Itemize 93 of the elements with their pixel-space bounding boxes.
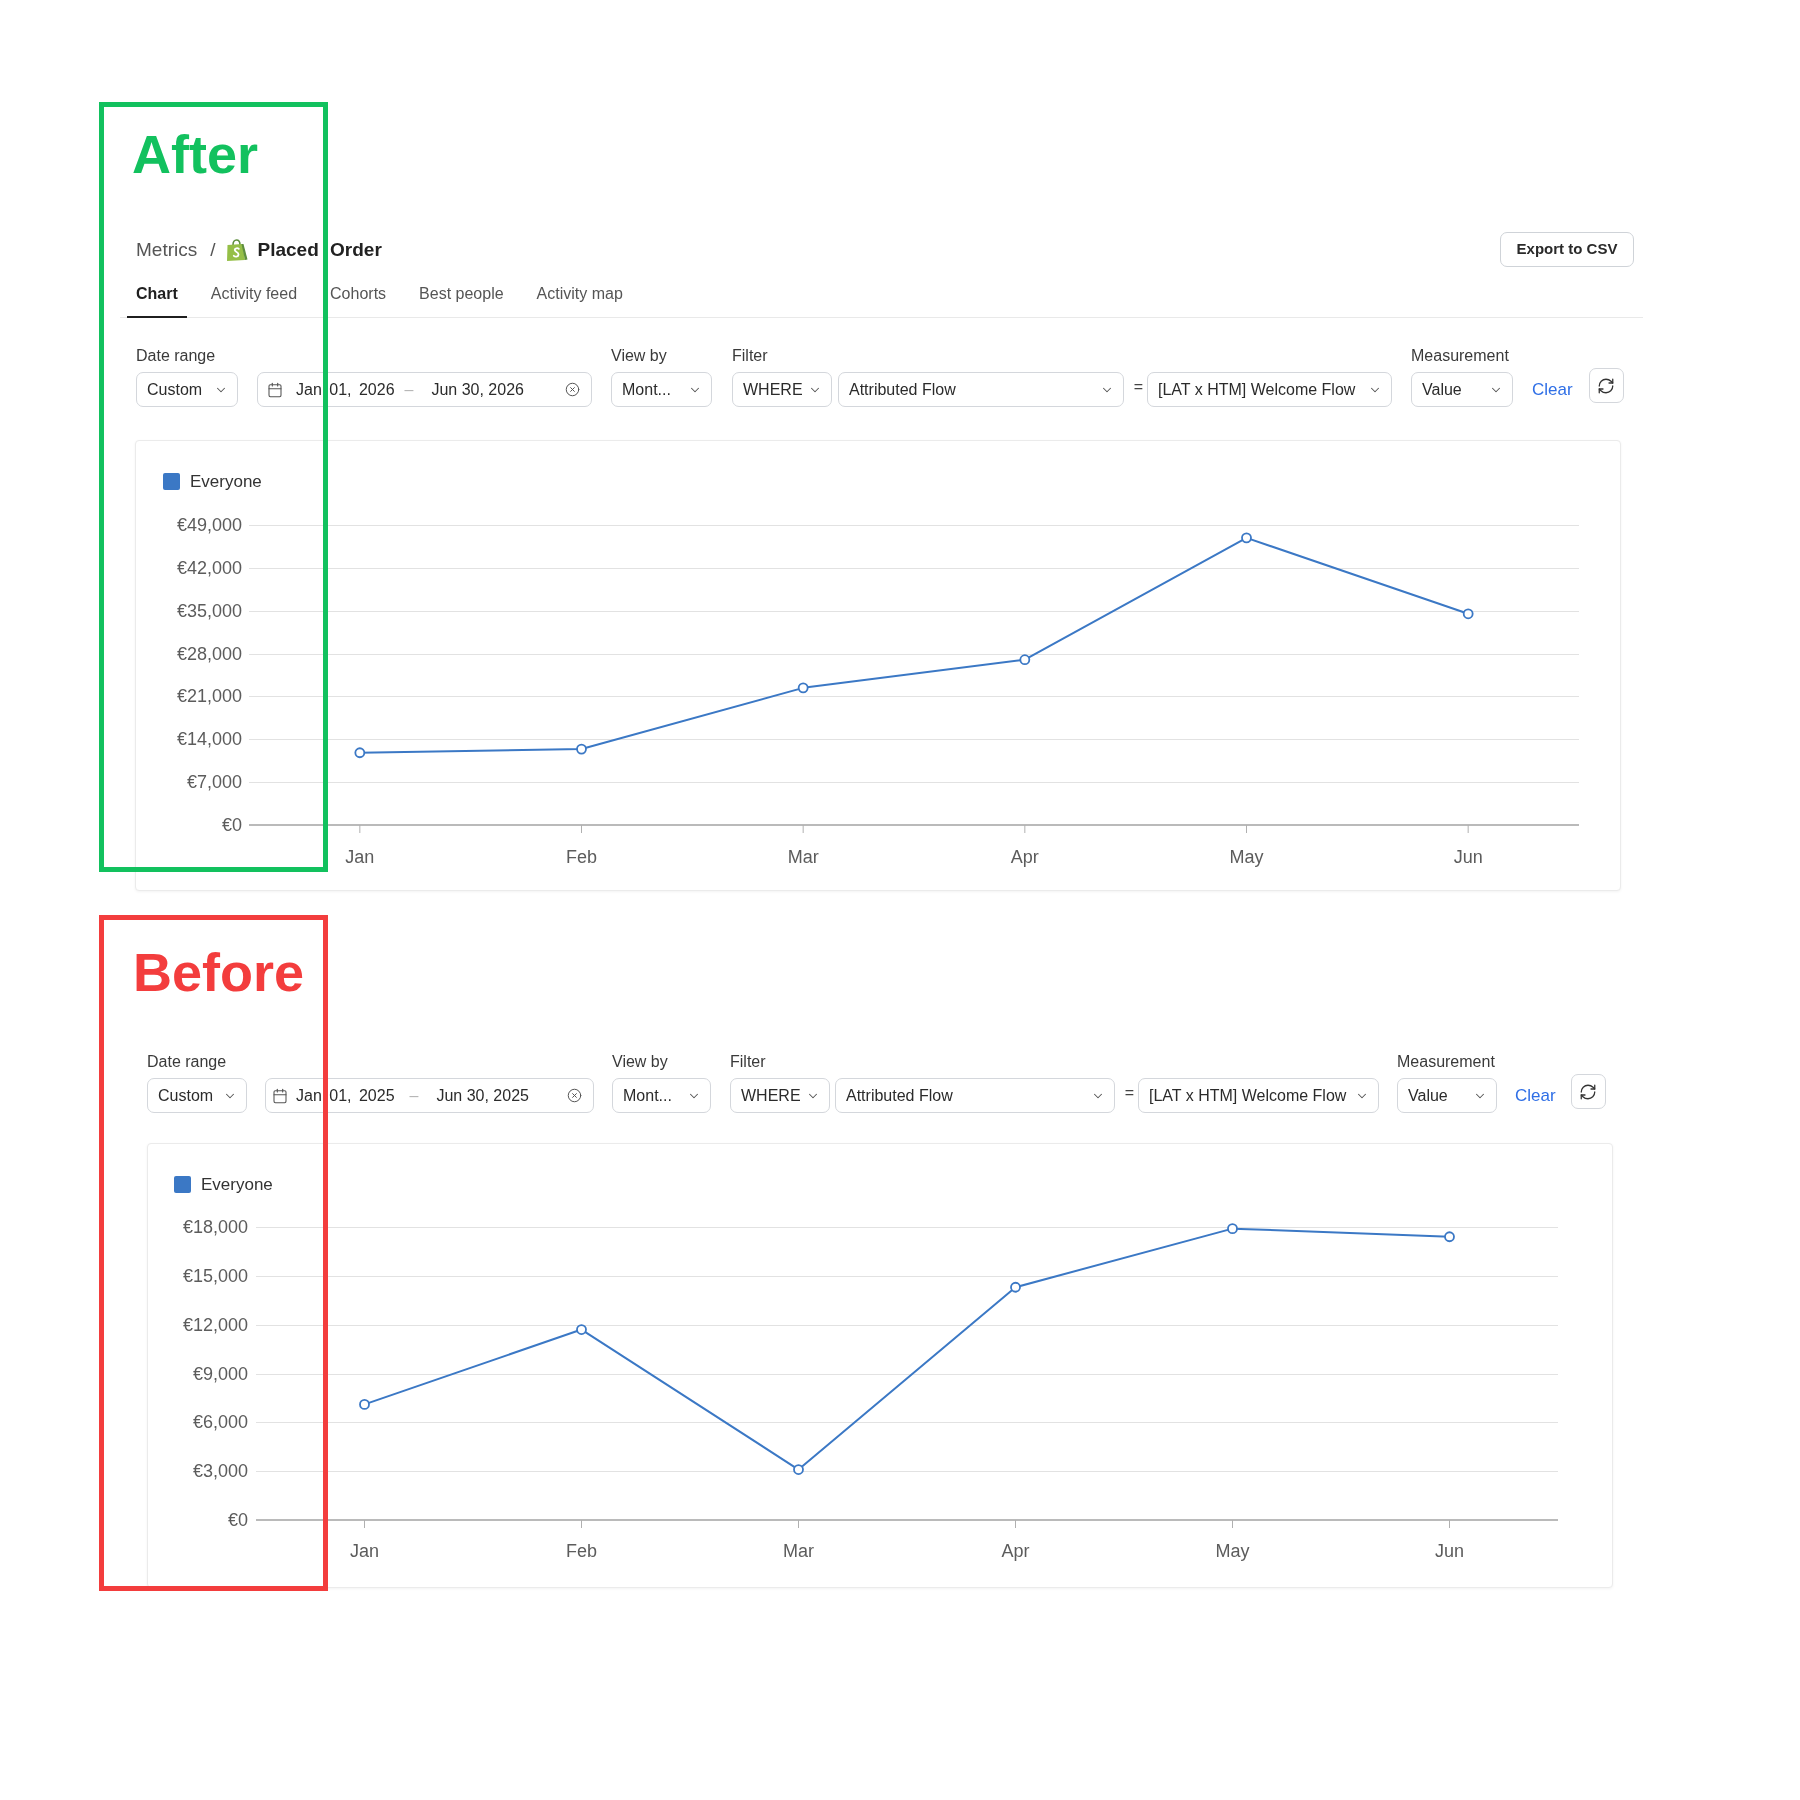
calendar-icon — [272, 1087, 288, 1104]
y-axis-label: €28,000 — [176, 643, 242, 664]
x-axis-label: Feb — [566, 847, 597, 867]
end-date-input[interactable]: Jun 30, 2026 — [431, 377, 524, 402]
clear-link[interactable]: Clear — [1532, 376, 1573, 403]
data-point — [1227, 1223, 1238, 1235]
date-separator: – — [404, 379, 414, 400]
version-label: Before — [133, 945, 305, 999]
data-point — [1241, 532, 1252, 544]
x-axis-label: Mar — [783, 1541, 814, 1561]
x-axis-label: Jan — [345, 847, 375, 867]
field-label: Measurement — [1411, 346, 1509, 366]
refresh-button[interactable] — [1588, 368, 1624, 403]
y-axis-label: €0 — [227, 1510, 248, 1530]
equals-sign: = — [1133, 376, 1144, 397]
operator-select[interactable]: WHERE — [732, 372, 832, 407]
date-separator: – — [409, 1085, 419, 1106]
field-label: View by — [611, 346, 667, 366]
breadcrumb-separator: / — [210, 237, 216, 262]
refresh-button[interactable] — [1570, 1074, 1606, 1109]
x-axis-label: Jun — [1435, 1541, 1464, 1561]
filter-value-select[interactable]: [LAT x HTM] Welcome Flow — [1147, 372, 1392, 407]
data-point — [576, 1324, 587, 1335]
x-axis-label: Feb — [566, 1541, 597, 1561]
data-point — [576, 743, 587, 755]
circle-x-icon[interactable] — [565, 382, 580, 397]
view-by-select[interactable]: Mont... — [612, 1078, 711, 1113]
x-axis-label: May — [1229, 847, 1264, 867]
filter-field-select[interactable]: Attributed Flow — [835, 1078, 1115, 1113]
start-date-input[interactable]: Jan 01, 2026 — [296, 377, 395, 402]
data-point — [354, 747, 366, 759]
y-axis-label: €49,000 — [176, 515, 242, 535]
y-axis-label: €35,000 — [176, 600, 242, 621]
measurement-select[interactable]: Value — [1397, 1078, 1497, 1113]
y-axis-label: €14,000 — [176, 729, 242, 750]
field-label: View by — [612, 1052, 668, 1072]
x-axis-label: Mar — [787, 847, 819, 867]
y-axis-label: €42,000 — [176, 557, 242, 578]
refresh-icon — [1579, 1082, 1598, 1101]
x-axis-label: Jun — [1453, 847, 1483, 867]
y-axis-label: €0 — [221, 815, 242, 835]
date-preset-select[interactable]: Custom — [147, 1078, 247, 1113]
field-label: Measurement — [1397, 1052, 1495, 1072]
data-point — [1010, 1281, 1021, 1293]
breadcrumb-link[interactable]: Metrics — [136, 237, 198, 262]
filter-value-select[interactable]: [LAT x HTM] Welcome Flow — [1138, 1078, 1379, 1113]
tab[interactable]: Best people — [410, 282, 513, 318]
x-axis-label: Jan — [350, 1541, 379, 1561]
y-axis-label: €21,000 — [176, 686, 242, 707]
calendar-icon — [267, 381, 283, 398]
date-range-field[interactable]: Jan 01, 2025 – Jun 30, 2025 — [265, 1078, 594, 1113]
legend-label: Everyone — [201, 1176, 273, 1193]
field-label: Date range — [147, 1052, 227, 1072]
y-axis-label: €18,000 — [182, 1217, 248, 1237]
tab[interactable]: Chart — [127, 282, 187, 318]
data-point — [1019, 654, 1031, 666]
equals-sign: = — [1124, 1082, 1135, 1103]
x-axis-label: Apr — [1010, 847, 1039, 867]
export-button[interactable]: Export to CSV — [1500, 232, 1634, 267]
legend-label: Everyone — [190, 473, 262, 490]
y-axis-label: €7,000 — [186, 772, 242, 793]
data-point — [359, 1399, 370, 1410]
date-preset-select[interactable]: Custom — [136, 372, 238, 407]
circle-x-icon[interactable] — [567, 1088, 582, 1103]
data-point — [797, 682, 809, 694]
measurement-select[interactable]: Value — [1411, 372, 1513, 407]
y-axis-label: €12,000 — [182, 1314, 248, 1335]
tab[interactable]: Cohorts — [321, 282, 396, 318]
clear-link[interactable]: Clear — [1515, 1082, 1556, 1109]
page-title: Placed Order — [257, 237, 382, 262]
y-axis-label: €3,000 — [192, 1461, 248, 1482]
end-date-input[interactable]: Jun 30, 2025 — [436, 1083, 529, 1108]
tab[interactable]: Activity feed — [201, 282, 307, 318]
field-label: Date range — [136, 346, 216, 366]
data-point — [1444, 1231, 1455, 1243]
data-point — [793, 1464, 804, 1475]
data-point — [1462, 608, 1474, 620]
y-axis-label: €6,000 — [192, 1412, 248, 1433]
field-label: Filter — [732, 346, 768, 366]
start-date-input[interactable]: Jan 01, 2025 — [296, 1083, 395, 1108]
operator-select[interactable]: WHERE — [730, 1078, 830, 1113]
x-axis-label: Apr — [1001, 1541, 1030, 1561]
version-label: After — [132, 127, 258, 181]
shopping-bag-icon — [225, 238, 248, 261]
date-range-field[interactable]: Jan 01, 2026 – Jun 30, 2026 — [257, 372, 592, 407]
y-axis-label: €9,000 — [192, 1363, 248, 1384]
refresh-icon — [1597, 376, 1616, 395]
x-axis-label: May — [1215, 1541, 1250, 1561]
tab[interactable]: Activity map — [527, 282, 632, 318]
filter-field-select[interactable]: Attributed Flow — [838, 372, 1124, 407]
view-by-select[interactable]: Mont... — [611, 372, 712, 407]
y-axis-label: €15,000 — [182, 1265, 248, 1286]
field-label: Filter — [730, 1052, 766, 1072]
